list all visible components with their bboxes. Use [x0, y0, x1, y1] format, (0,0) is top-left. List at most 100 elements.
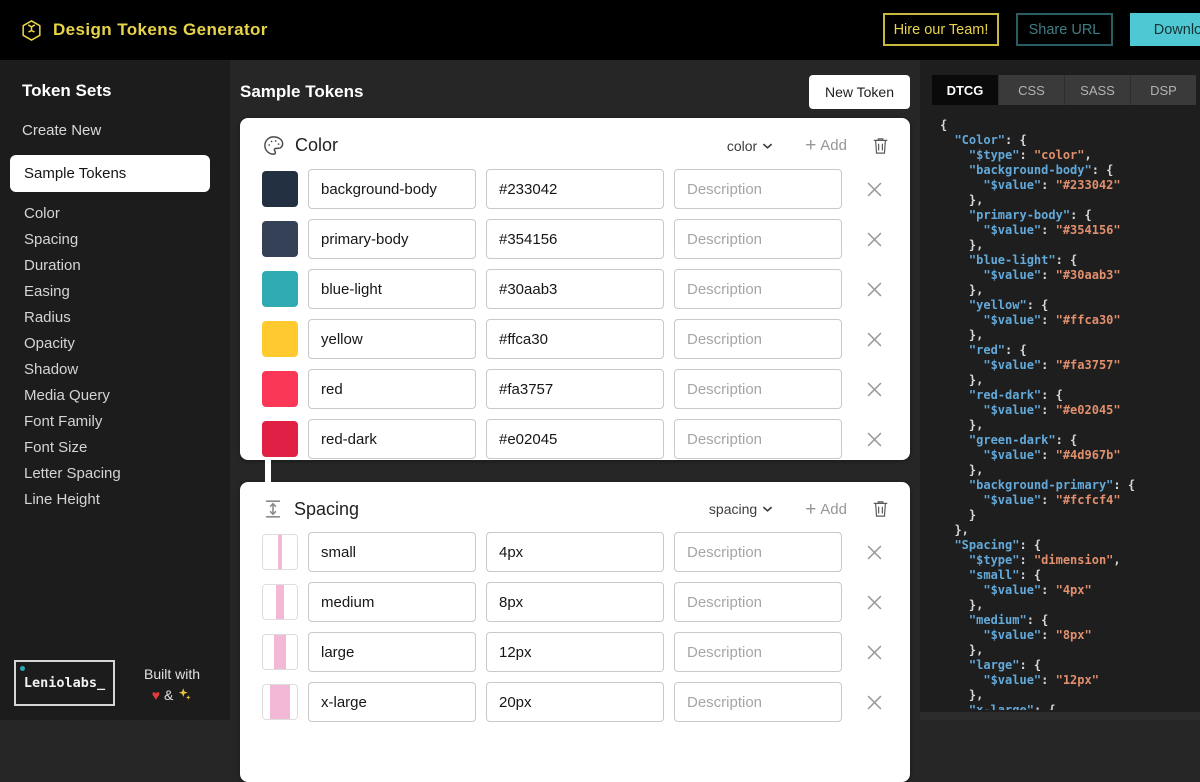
- tab-dtcg[interactable]: DTCG: [932, 75, 998, 105]
- token-row: [262, 319, 888, 359]
- token-name-input[interactable]: [308, 532, 476, 572]
- new-token-button[interactable]: New Token: [809, 75, 910, 109]
- token-description-input[interactable]: [674, 169, 842, 209]
- token-description-input[interactable]: [674, 682, 842, 722]
- token-swatch[interactable]: [262, 271, 298, 307]
- close-icon: [867, 382, 882, 397]
- token-name-input[interactable]: [308, 632, 476, 672]
- token-swatch[interactable]: [262, 584, 298, 620]
- token-value-input[interactable]: [486, 319, 664, 359]
- remove-token-button[interactable]: [860, 275, 888, 303]
- remove-token-button[interactable]: [860, 325, 888, 353]
- token-name-input[interactable]: [308, 219, 476, 259]
- create-new-button[interactable]: Create New: [22, 122, 101, 139]
- token-name-input[interactable]: [308, 682, 476, 722]
- sidebar-item-spacing[interactable]: Spacing: [24, 227, 121, 253]
- token-swatch[interactable]: [262, 634, 298, 670]
- export-format-tabs: DTCGCSSSASSDSP: [932, 75, 1196, 105]
- token-value-input[interactable]: [486, 682, 664, 722]
- app-header: Design Tokens Generator Hire our Team! S…: [0, 0, 1200, 60]
- token-swatch[interactable]: [262, 534, 298, 570]
- token-value-input[interactable]: [486, 169, 664, 209]
- close-icon: [867, 282, 882, 297]
- app-title: Design Tokens Generator: [53, 20, 268, 40]
- token-value-input[interactable]: [486, 632, 664, 672]
- logo-dot-icon: [20, 666, 25, 671]
- token-description-input[interactable]: [674, 219, 842, 259]
- token-description-input[interactable]: [674, 369, 842, 409]
- download-button[interactable]: Download: [1130, 13, 1200, 46]
- horizontal-scrollbar[interactable]: [920, 712, 1200, 720]
- remove-token-button[interactable]: [860, 175, 888, 203]
- sidebar-item-font-size[interactable]: Font Size: [24, 435, 121, 461]
- chevron-down-icon: [762, 505, 773, 513]
- token-name-input[interactable]: [308, 169, 476, 209]
- token-name-input[interactable]: [308, 419, 476, 459]
- sidebar-item-easing[interactable]: Easing: [24, 279, 121, 305]
- built-with-note: Built with ♥ &: [134, 664, 210, 706]
- add-token-button[interactable]: + Add: [799, 500, 853, 519]
- sidebar-item-shadow[interactable]: Shadow: [24, 357, 121, 383]
- token-name-input[interactable]: [308, 319, 476, 359]
- token-value-input[interactable]: [486, 582, 664, 622]
- token-description-input[interactable]: [674, 269, 842, 309]
- token-name-input[interactable]: [308, 582, 476, 622]
- tab-css[interactable]: CSS: [998, 75, 1064, 105]
- main-content: Sample Tokens New Token Color color: [230, 60, 920, 720]
- remove-token-button[interactable]: [860, 225, 888, 253]
- token-value-input[interactable]: [486, 419, 664, 459]
- share-url-button[interactable]: Share URL: [1016, 13, 1113, 46]
- token-value-input[interactable]: [486, 219, 664, 259]
- token-swatch[interactable]: [262, 371, 298, 407]
- leniolabs-logo[interactable]: Leniolabs_: [14, 660, 115, 706]
- remove-token-button[interactable]: [860, 588, 888, 616]
- token-swatch[interactable]: [262, 421, 298, 457]
- close-icon: [867, 645, 882, 660]
- remove-token-button[interactable]: [860, 538, 888, 566]
- add-token-button[interactable]: + Add: [799, 136, 853, 155]
- sidebar-item-letter-spacing[interactable]: Letter Spacing: [24, 461, 121, 487]
- remove-token-button[interactable]: [860, 425, 888, 453]
- token-swatch[interactable]: [262, 221, 298, 257]
- token-value-input[interactable]: [486, 532, 664, 572]
- leniolabs-logo-text: Leniolabs_: [24, 675, 105, 691]
- close-icon: [867, 432, 882, 447]
- token-swatch[interactable]: [262, 171, 298, 207]
- token-description-input[interactable]: [674, 632, 842, 672]
- remove-token-button[interactable]: [860, 638, 888, 666]
- sidebar-item-media-query[interactable]: Media Query: [24, 383, 121, 409]
- trash-icon: [873, 137, 888, 155]
- token-value-input[interactable]: [486, 269, 664, 309]
- token-swatch[interactable]: [262, 321, 298, 357]
- sidebar-item-duration[interactable]: Duration: [24, 253, 121, 279]
- token-type-select[interactable]: color: [721, 137, 779, 155]
- delete-card-button[interactable]: [873, 137, 888, 155]
- token-value-input[interactable]: [486, 369, 664, 409]
- sidebar-item-opacity[interactable]: Opacity: [24, 331, 121, 357]
- sidebar-item-sample-tokens[interactable]: Sample Tokens: [10, 155, 210, 192]
- delete-card-button[interactable]: [873, 500, 888, 518]
- sidebar-item-font-family[interactable]: Font Family: [24, 409, 121, 435]
- remove-token-button[interactable]: [860, 375, 888, 403]
- tab-dsp[interactable]: DSP: [1130, 75, 1196, 105]
- scroll-indicator[interactable]: [265, 460, 271, 482]
- heart-icon: ♥: [152, 687, 160, 703]
- close-icon: [867, 595, 882, 610]
- token-description-input[interactable]: [674, 532, 842, 572]
- sidebar-item-color[interactable]: Color: [24, 201, 121, 227]
- token-swatch[interactable]: [262, 684, 298, 720]
- token-type-select[interactable]: spacing: [703, 500, 779, 518]
- tab-sass[interactable]: SASS: [1064, 75, 1130, 105]
- token-name-input[interactable]: [308, 369, 476, 409]
- sidebar-item-radius[interactable]: Radius: [24, 305, 121, 331]
- remove-token-button[interactable]: [860, 688, 888, 716]
- token-row: [262, 632, 888, 672]
- token-name-input[interactable]: [308, 269, 476, 309]
- token-description-input[interactable]: [674, 319, 842, 359]
- token-description-input[interactable]: [674, 582, 842, 622]
- hire-team-button[interactable]: Hire our Team!: [883, 13, 999, 46]
- token-description-input[interactable]: [674, 419, 842, 459]
- dtcg-code-view: { "Color": { "$type": "color", "backgrou…: [940, 118, 1198, 710]
- sidebar-item-line-height[interactable]: Line Height: [24, 487, 121, 513]
- token-sets-heading: Token Sets: [22, 81, 111, 101]
